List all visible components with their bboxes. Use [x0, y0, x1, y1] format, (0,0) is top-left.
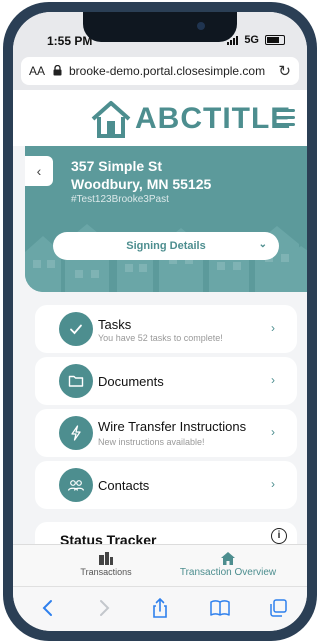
buildings-icon [99, 552, 113, 565]
tasks-subtitle: You have 52 tasks to complete! [98, 333, 223, 343]
home-icon [221, 552, 235, 565]
property-banner: ‹ 357 Simple St Woodbury, MN 55125 #Test… [25, 146, 307, 292]
phone-frame: 1:55 PM 5G AA brooke-demo.portal.closesi… [3, 2, 317, 641]
property-address-line2: Woodbury, MN 55125 [71, 176, 212, 192]
reload-icon[interactable]: ↻ [278, 62, 291, 80]
tabs-icon[interactable] [267, 597, 289, 619]
tab-transactions-label: Transactions [80, 567, 132, 577]
house-logo-icon [91, 101, 131, 138]
people-icon [59, 468, 93, 502]
tasks-title: Tasks [98, 317, 132, 332]
bottom-tab-bar: Transactions Transaction Overview [13, 544, 307, 587]
chevron-right-icon: › [271, 373, 275, 387]
back-button[interactable]: ‹ [25, 156, 53, 186]
tasks-card[interactable]: Tasks You have 52 tasks to complete! › [35, 305, 297, 353]
status-indicators: 5G [227, 34, 285, 46]
signing-details-dropdown[interactable]: Signing Details ⌄ [53, 232, 279, 260]
wire-transfer-subtitle: New instructions available! [98, 437, 205, 447]
logo-text: ABCTITLE [135, 102, 292, 135]
wire-transfer-title: Wire Transfer Instructions [98, 419, 247, 434]
share-icon[interactable] [149, 597, 171, 619]
contacts-card[interactable]: Contacts › [35, 461, 297, 509]
info-icon[interactable]: i [271, 528, 287, 544]
battery-icon [265, 35, 285, 45]
property-address-line1: 357 Simple St [71, 158, 163, 174]
network-type: 5G [244, 34, 259, 46]
lock-icon [53, 64, 62, 79]
check-icon [59, 312, 93, 346]
chevron-right-icon: › [271, 321, 275, 335]
wire-transfer-card[interactable]: Wire Transfer Instructions New instructi… [35, 409, 297, 457]
text-size-button[interactable]: AA [29, 64, 45, 78]
hamburger-menu-icon[interactable] [273, 109, 295, 127]
chevron-right-icon: › [271, 425, 275, 439]
documents-card[interactable]: Documents › [35, 357, 297, 405]
chevron-down-icon: ⌄ [258, 239, 267, 250]
tab-transactions[interactable]: Transactions [63, 551, 149, 577]
notch [83, 12, 237, 42]
browser-address-bar: AA brooke-demo.portal.closesimple.com ↻ [13, 54, 307, 90]
contacts-title: Contacts [98, 478, 150, 493]
documents-title: Documents [98, 374, 164, 389]
tab-transaction-overview-label: Transaction Overview [179, 567, 277, 578]
screen: 1:55 PM 5G AA brooke-demo.portal.closesi… [13, 12, 307, 631]
folder-icon [59, 364, 93, 398]
abctitle-logo[interactable]: ABCTITLE [91, 96, 291, 142]
browser-forward-icon[interactable] [93, 597, 115, 619]
bookmarks-icon[interactable] [209, 597, 231, 619]
url-field[interactable]: AA brooke-demo.portal.closesimple.com ↻ [21, 57, 299, 85]
chevron-right-icon: › [271, 477, 275, 491]
bolt-icon [59, 416, 93, 450]
app-header: ABCTITLE [13, 90, 307, 146]
tab-transaction-overview[interactable]: Transaction Overview [169, 551, 287, 578]
url-text: brooke-demo.portal.closesimple.com [69, 64, 266, 78]
browser-back-icon[interactable] [37, 597, 59, 619]
property-reference: #Test123Brooke3Past [71, 194, 169, 205]
browser-toolbar [13, 586, 307, 631]
status-time: 1:55 PM [47, 34, 93, 48]
signing-details-label: Signing Details [126, 240, 206, 252]
